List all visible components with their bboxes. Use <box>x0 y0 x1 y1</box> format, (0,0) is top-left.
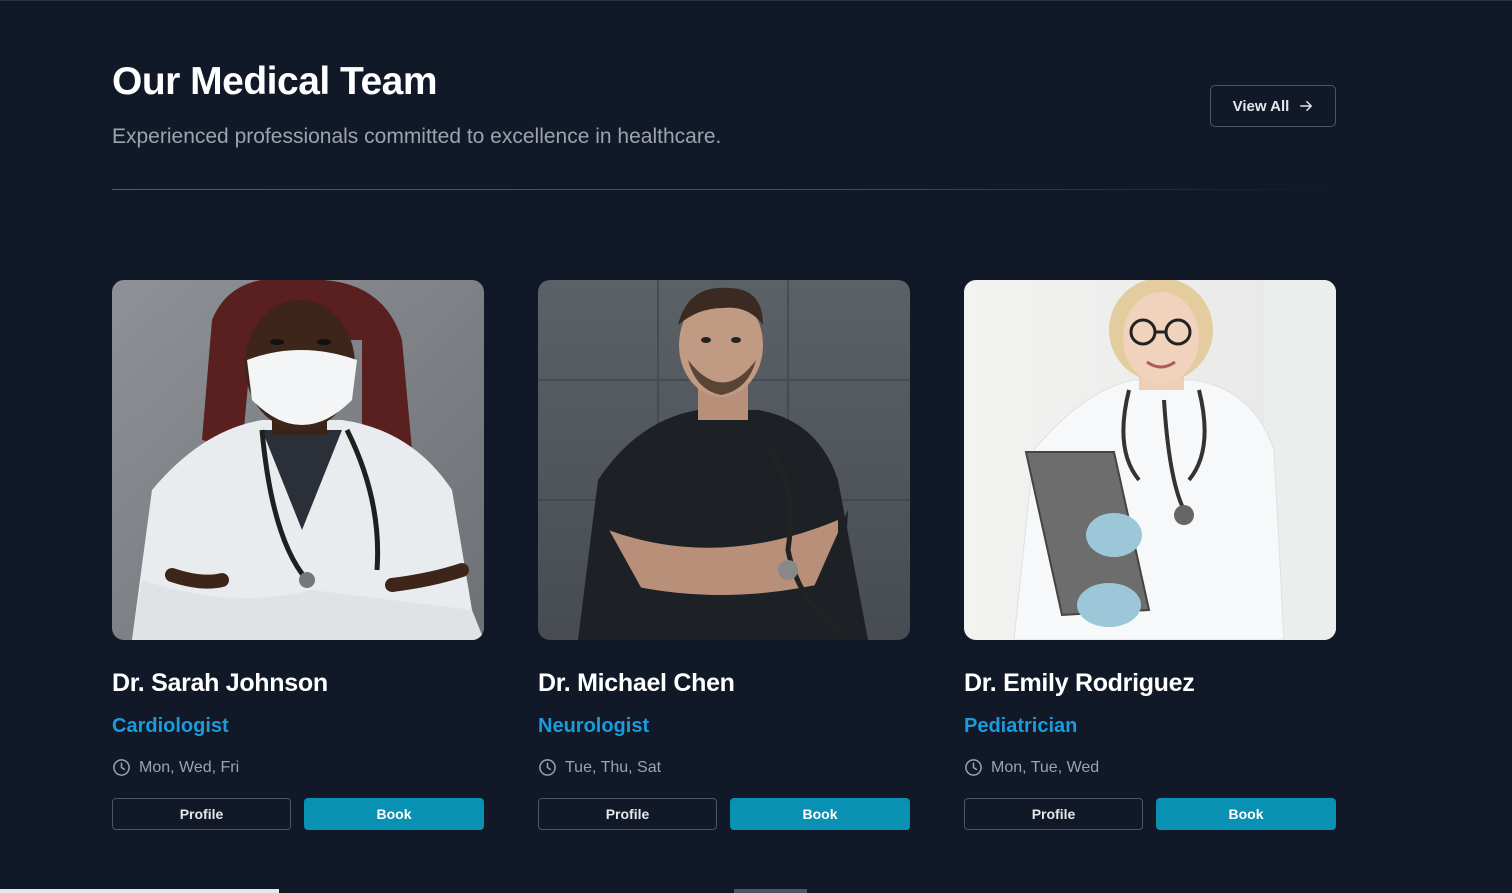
section-subtitle: Experienced professionals committed to e… <box>112 125 722 148</box>
profile-button[interactable]: Profile <box>538 798 717 830</box>
profile-button[interactable]: Profile <box>112 798 291 830</box>
doctor-specialty: Cardiologist <box>112 715 229 737</box>
schedule-days: Mon, Wed, Fri <box>139 758 240 776</box>
doctor-card: Dr. Emily Rodriguez Pediatrician Mon, Tu… <box>964 280 1336 830</box>
doctor-photo <box>538 280 910 640</box>
clock-icon <box>113 759 130 776</box>
doctor-photo-image <box>538 280 910 640</box>
section-title: Our Medical Team <box>112 60 438 103</box>
doctor-specialty: Pediatrician <box>964 715 1078 737</box>
book-button[interactable]: Book <box>304 798 484 830</box>
doctor-card: Dr. Sarah Johnson Cardiologist Mon, Wed,… <box>112 280 484 830</box>
scroll-indicator <box>734 889 807 893</box>
doctor-schedule: Tue, Thu, Sat <box>538 758 661 777</box>
book-button[interactable]: Book <box>730 798 910 830</box>
page-top-border <box>0 0 1512 1</box>
doctor-card: Dr. Michael Chen Neurologist Tue, Thu, S… <box>538 280 910 830</box>
view-all-button[interactable]: View All <box>1210 85 1336 127</box>
doctor-photo <box>112 280 484 640</box>
header-divider <box>112 189 1336 190</box>
view-all-label: View All <box>1232 97 1290 115</box>
doctor-name: Dr. Michael Chen <box>538 669 735 697</box>
book-button[interactable]: Book <box>1156 798 1336 830</box>
doctor-name: Dr. Emily Rodriguez <box>964 669 1195 697</box>
section-header: Our Medical Team Experienced professiona… <box>112 58 1336 151</box>
doctor-photo-image <box>964 280 1336 640</box>
horizontal-scrollbar-thumb[interactable] <box>0 889 279 893</box>
doctor-schedule: Mon, Tue, Wed <box>964 758 1099 777</box>
clock-icon <box>965 759 982 776</box>
doctor-schedule: Mon, Wed, Fri <box>112 758 239 777</box>
doctor-name: Dr. Sarah Johnson <box>112 669 328 697</box>
profile-button[interactable]: Profile <box>964 798 1143 830</box>
arrow-right-icon <box>1300 100 1313 112</box>
schedule-days: Tue, Thu, Sat <box>565 758 662 776</box>
doctor-photo <box>964 280 1336 640</box>
schedule-days: Mon, Tue, Wed <box>991 758 1100 776</box>
clock-icon <box>539 759 556 776</box>
doctor-photo-image <box>112 280 484 640</box>
doctor-specialty: Neurologist <box>538 715 650 737</box>
